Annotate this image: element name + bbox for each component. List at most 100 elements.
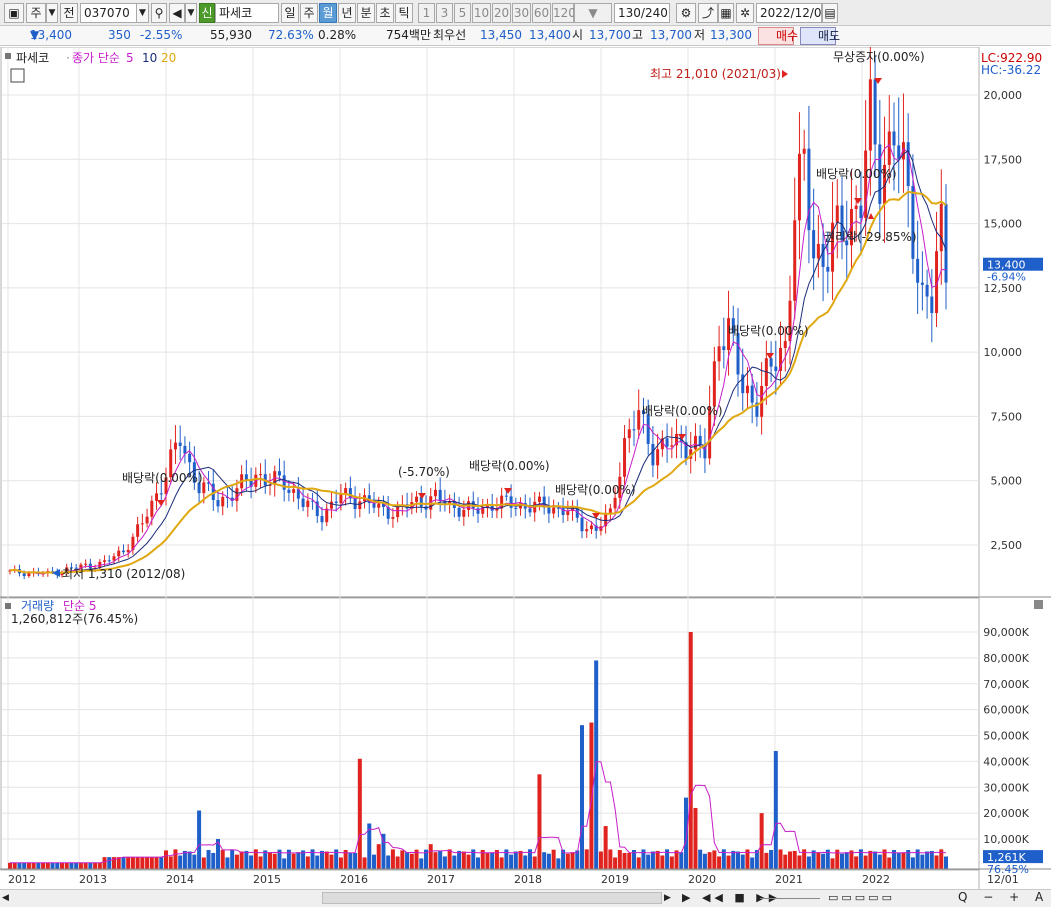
volume-bar [887,857,892,869]
period-button-4[interactable]: 분 [357,3,375,23]
interval-select[interactable]: ▼ [574,3,612,23]
candle-body [750,385,754,403]
candle-body [173,442,177,450]
current-price-value: 13,400 [30,28,72,42]
candle-body [334,501,338,504]
volume-bar [679,852,684,869]
candle-body [892,131,896,146]
year-label: 2019 [601,873,629,886]
volume-bar [646,854,651,869]
volume-bar [580,725,584,869]
search-icon[interactable]: ⚲ [151,3,167,23]
scroll-left-icon[interactable]: ◀ [2,892,14,904]
candle-body [320,516,324,523]
candle-body [627,429,631,439]
volume-bar [598,851,603,869]
volume-bar [650,851,655,869]
sound-icon[interactable]: ◀ [169,3,185,23]
calendar-icon[interactable]: ▤ [822,3,838,23]
candle-body [835,205,839,223]
volume-tick-label: 70,000K [983,678,1029,691]
prev-button[interactable]: 전 [60,3,78,23]
candle-body [301,498,305,508]
market-dropdown-icon[interactable]: ▼ [46,3,58,23]
volume-bar [357,758,362,869]
view-icons[interactable]: ▭▭▭▭▭ [828,891,895,904]
gear-icon[interactable]: ✲ [736,3,754,23]
annotation-rights: 권리락(-29.85%) [824,230,917,244]
period-button-3[interactable]: 년 [338,3,356,23]
count-field[interactable]: 130/240 [614,3,670,23]
chart-area[interactable]: 20,000 17,500 15,000 12,500 10,000 7,500 5,000… [0,32,1051,890]
save-icon[interactable]: ▦ [718,3,734,23]
period-button-0[interactable]: 일 [281,3,299,23]
candle-body [504,495,508,497]
code-dropdown-icon[interactable]: ▼ [136,3,149,23]
bottom-scrollbar[interactable]: ◀ ▶ ▶ ◀◀ ■ ▶▶ ▭▭▭▭▭ Q − + A [0,889,1051,907]
volume-bar [272,853,277,869]
buy-button[interactable]: 매수 [758,27,798,45]
volume-bar [173,849,178,869]
period-button-6[interactable]: 틱 [395,3,413,23]
interval-button-1[interactable]: 3 [436,3,453,23]
volume-bar [320,850,324,869]
volume-tick-label: 90,000K [983,626,1029,639]
candle-body [145,516,149,524]
year-label: 2013 [79,873,107,886]
interval-button-5[interactable]: 30 [512,3,531,23]
volume-bar [305,856,310,869]
candle-body [107,560,111,562]
sell-button[interactable]: 매도 [800,27,840,45]
volume-bar [740,854,745,869]
candle-body [84,563,88,565]
close-icon [1034,600,1043,609]
candle-body [306,500,310,508]
volume-bar [873,851,878,869]
period-button-2[interactable]: 월 [319,3,337,23]
sound-dropdown-icon[interactable]: ▼ [185,3,197,23]
market-select[interactable]: 주 [26,3,46,23]
volume-bar [674,850,679,869]
volume-bar [348,852,353,869]
volume-value-text: 1,260,812주(76.45%) [11,612,138,626]
stock-name-field[interactable]: 파세코 [215,3,279,23]
price-tick-label: 5,000 [991,475,1023,488]
chart-settings-icon[interactable]: ▣ [4,3,24,23]
zoom-slider[interactable] [760,898,820,899]
price-tick-label: 12,500 [984,282,1023,295]
scroll-thumb[interactable] [322,892,662,904]
date-field[interactable]: 2022/12/01 [756,3,829,23]
volume-bar [168,856,173,869]
volume-bar [608,849,613,869]
open-label: 시 [572,28,584,42]
interval-button-0[interactable]: 1 [418,3,435,23]
candle-body [920,282,924,285]
volume-bar [556,858,561,869]
zoom-controls[interactable]: Q − + A [958,890,1049,904]
period-button-1[interactable]: 주 [300,3,318,23]
indicator-icon[interactable]: ⚙ [676,3,696,23]
volume-bar [145,857,150,869]
year-label: 2015 [253,873,281,886]
volume-bar [225,857,230,869]
draw-line-icon[interactable]: ⤴ [698,3,718,23]
scroll-right-icon[interactable]: ▶ [664,892,676,904]
volume-bar [684,797,688,869]
volume-bar [806,856,811,869]
candle-body [802,148,806,154]
period-button-5[interactable]: 초 [376,3,394,23]
stock-code-input[interactable]: 037070 [80,3,138,23]
volume-bar [121,857,126,869]
interval-button-6[interactable]: 60 [532,3,551,23]
stock-chart[interactable]: 20,000 17,500 15,000 12,500 10,000 7,500 5,000… [0,32,1051,890]
interval-button-7[interactable]: 120 [552,3,576,23]
interval-button-4[interactable]: 20 [492,3,511,23]
interval-button-2[interactable]: 5 [454,3,471,23]
volume-bar [140,857,145,869]
candle-body [906,142,910,187]
candle-body [552,507,556,514]
volume-bar [405,852,410,869]
interval-button-3[interactable]: 10 [472,3,491,23]
volume-bar [934,855,939,869]
annotation-high: 최고 21,010 (2021/03) [650,67,781,81]
